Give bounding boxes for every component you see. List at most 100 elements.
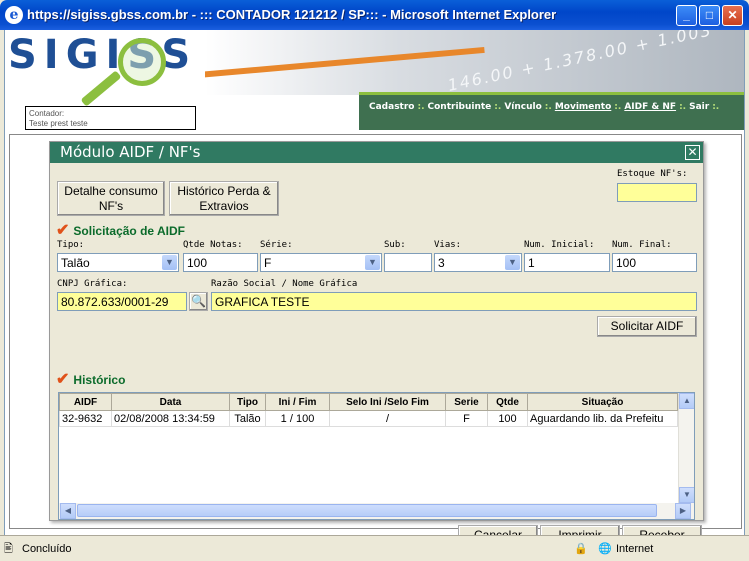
sub-label: Sub: [384,240,406,250]
num-final-label: Num. Final: [612,240,672,250]
check-icon: ✔ [56,371,70,388]
browser-content: 146.00 + 1.378.00 + 1.003 SIGISS Cadastr… [4,30,745,535]
table-cell: Aguardando lib. da Prefeitu [527,410,678,427]
cnpj-field[interactable]: 80.872.633/0001-29 [57,292,187,311]
menu-item-movimento[interactable]: Movimento [555,102,611,112]
column-header[interactable]: Qtde [487,393,528,411]
historico-section: ✔ Histórico [56,371,126,388]
horizontal-scrollbar[interactable]: ◀ ▶ [59,503,694,519]
table-header-row: AIDF Data Tipo Ini / Fim Selo Ini /Selo Fim S… [59,393,678,411]
sigiss-logo: SIGISS [8,32,198,107]
banner-digits: 146.00 + 1.378.00 + 1.003 [445,30,715,95]
scroll-down-icon[interactable]: ▼ [679,487,694,503]
menu-item-aidf-nf[interactable]: AIDF & NF [624,102,676,112]
historico-perda-button[interactable]: Histórico Perda & Extravios [169,181,279,216]
table-cell: F [445,410,488,427]
menu-item-v-nculo[interactable]: Vínculo [504,102,541,112]
modal-title: Módulo AIDF / NF's ✕ [50,142,703,163]
window-titlebar: e https://sigiss.gbss.com.br - ::: CONTA… [0,0,749,30]
menu-separator: :. [417,102,425,112]
qtde-label: Qtde Notas: [183,240,243,250]
logo-text: SIGISS [8,32,198,78]
menu-separator: :. [712,102,720,112]
zone-text: Internet [616,543,654,555]
page-done-icon: 🖹 [4,543,13,555]
column-header[interactable]: Situação [527,393,678,411]
main-menu: Cadastro:. Contribuinte:. Vínculo:. Movimen… [359,92,744,130]
ie-icon: e [5,6,23,24]
scroll-thumb[interactable] [77,504,657,517]
table-row[interactable]: 32-9632 02/08/2008 13:34:59 Talão 1 / 100/F… [59,410,678,427]
qtde-notas-field[interactable]: 100 [183,253,258,272]
imprimir-button[interactable]: Imprimir [540,525,620,535]
globe-icon: 🌐 [598,543,612,555]
close-window-button[interactable]: ✕ [722,5,743,26]
maximize-button[interactable]: □ [699,5,720,26]
razao-social-field[interactable]: GRAFICA TESTE [211,292,697,311]
check-icon: ✔ [56,222,70,239]
solicitar-aidf-button[interactable]: Solicitar AIDF [597,316,697,337]
menu-item-contribuinte[interactable]: Contribuinte [428,102,492,112]
historico-table: AIDF Data Tipo Ini / Fim Selo Ini /Selo Fim S… [58,392,695,520]
vias-select[interactable]: 3 ▼ [434,253,522,272]
num-inicial-label: Num. Inicial: [524,240,595,250]
menu-separator: :. [494,102,502,112]
table-body: 32-9632 02/08/2008 13:34:59 Talão 1 / 100/F… [59,410,678,427]
cnpj-label: CNPJ Gráfica: [57,279,128,289]
table-cell: Talão [229,410,266,427]
table-cell: 02/08/2008 13:34:59 [111,410,230,427]
status-text: Concluído [22,543,72,555]
column-header[interactable]: Serie [445,393,488,411]
minimize-button[interactable]: _ [676,5,697,26]
cancelar-button[interactable]: Cancelar [458,525,538,535]
contador-box: Contador: Teste prest teste [25,106,196,130]
column-header[interactable]: Selo Ini /Selo Fim [329,393,446,411]
estoque-label: Estoque NF's: [617,169,688,179]
magnifier-icon [118,38,166,86]
column-header[interactable]: Tipo [229,393,266,411]
modal-close-button[interactable]: ✕ [685,145,700,160]
table-cell: 32-9632 [59,410,112,427]
menu-item-cadastro[interactable]: Cadastro [369,102,414,112]
menu-separator: :. [679,102,687,112]
estoque-field[interactable] [617,183,697,202]
contador-value: Teste prest teste [29,119,88,128]
table-cell: 1 / 100 [265,410,330,427]
razao-label: Razão Social / Nome Gráfica [211,279,358,289]
lock-icon: 🔒 [574,543,588,555]
vertical-scrollbar[interactable]: ▲ ▼ [678,393,694,503]
menu-item-sair[interactable]: Sair [689,102,709,112]
vias-label: Vias: [434,240,462,250]
receber-button[interactable]: Receber [622,525,702,535]
solicitacao-section: ✔ Solicitação de AIDF [56,222,185,239]
window-title: https://sigiss.gbss.com.br - ::: CONTADO… [27,7,557,22]
num-final-field[interactable]: 100 [612,253,697,272]
chevron-down-icon[interactable]: ▼ [162,255,177,270]
chevron-down-icon[interactable]: ▼ [505,255,520,270]
scroll-right-icon[interactable]: ▶ [675,503,691,519]
header-banner: 146.00 + 1.378.00 + 1.003 [205,30,744,95]
tipo-select[interactable]: Talão ▼ [57,253,179,272]
serie-select[interactable]: F ▼ [260,253,382,272]
search-icon[interactable]: 🔍 [189,292,208,311]
serie-label: Série: [260,240,293,250]
contador-label: Contador: [29,109,65,118]
table-cell: / [329,410,446,427]
menu-separator: :. [614,102,622,112]
site-header: 146.00 + 1.378.00 + 1.003 SIGISS Cadastr… [5,30,744,130]
status-bar: 🖹 Concluído 🔒 🌐 Internet [0,535,749,561]
column-header[interactable]: AIDF [59,393,112,411]
sub-field[interactable] [384,253,432,272]
scroll-left-icon[interactable]: ◀ [60,503,76,519]
column-header[interactable]: Ini / Fim [265,393,330,411]
aidf-modal: Módulo AIDF / NF's ✕ Detalhe consumo NF'… [49,141,704,535]
detalhe-consumo-button[interactable]: Detalhe consumo NF's [57,181,165,216]
tipo-label: Tipo: [57,240,85,250]
chevron-down-icon[interactable]: ▼ [365,255,380,270]
main-menu-items: Cadastro:. Contribuinte:. Vínculo:. Movimen… [369,102,722,112]
table-cell: 100 [487,410,528,427]
menu-separator: :. [544,102,552,112]
scroll-up-icon[interactable]: ▲ [679,393,694,409]
column-header[interactable]: Data [111,393,230,411]
num-inicial-field[interactable]: 1 [524,253,610,272]
